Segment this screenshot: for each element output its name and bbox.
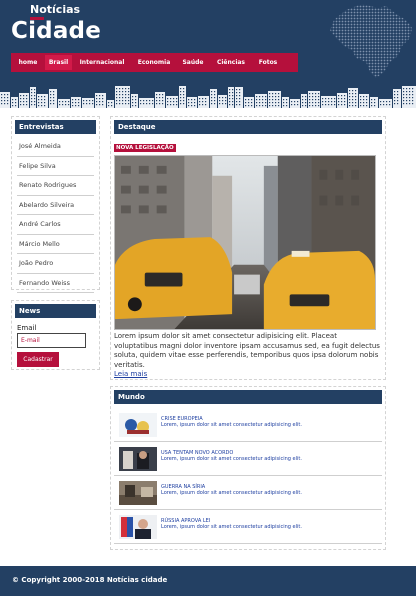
interview-item[interactable]: Renato Rodrigues [17, 176, 94, 196]
interview-item[interactable]: André Carlos [17, 215, 94, 235]
feature-photo[interactable] [114, 155, 376, 330]
subscribe-button[interactable]: Cadastrar [17, 352, 59, 367]
world-panel: Mundo CRISE EUROPEIA Lorem, ipsum dolor … [110, 386, 386, 550]
newsletter-title: News [15, 304, 96, 318]
nav-fotos[interactable]: Fotos [254, 55, 282, 70]
interview-item[interactable]: João Pedro [17, 254, 94, 274]
newsletter-panel: News Email E-mail Cadastrar [11, 300, 100, 370]
world-item[interactable]: CRISE EUROPEIA Lorem, ipsum dolor sit am… [114, 408, 382, 442]
world-thumb-image [119, 480, 157, 505]
world-item-text: Lorem, ipsum dolor sit amet consectetur … [161, 421, 302, 428]
world-item-text: Lorem, ipsum dolor sit amet consectetur … [161, 455, 302, 462]
interview-item[interactable]: Márcio Mello [17, 235, 94, 254]
city-skyline-banner [0, 86, 416, 108]
feature-text: Lorem ipsum dolor sit amet consectetur a… [114, 332, 380, 369]
world-thumb-image [119, 446, 157, 471]
interviews-panel: Entrevistas José Almeida Felipe Silva Re… [11, 116, 100, 293]
category-badge: NOVA LEGISLAÇÃO [114, 144, 176, 152]
interview-item[interactable]: José Almeida [17, 137, 94, 157]
nav-ciencias[interactable]: Ciências [210, 55, 252, 70]
world-item[interactable]: GUERRA NA SÍRIA Lorem, ipsum dolor sit a… [114, 476, 382, 510]
interview-item[interactable]: Felipe Silva [17, 157, 94, 176]
read-more-link[interactable]: Leia mais [114, 370, 382, 378]
site-footer: © Copyright 2000-2018 Notícias cidade [0, 566, 416, 596]
copyright-text: © Copyright 2000-2018 Notícias cidade [12, 576, 168, 584]
main-nav: home Brasil Internacional Economia Saúde… [11, 53, 298, 72]
nav-brasil[interactable]: Brasil [45, 55, 72, 70]
logo-top-text: Notícias [30, 3, 81, 16]
world-item-text: Lorem, ipsum dolor sit amet consectetur … [161, 523, 302, 530]
logo-main-text[interactable]: Cidade [11, 18, 101, 44]
highlight-panel: Destaque NOVA LEGISLAÇÃO Lorem ipsum dol… [110, 116, 386, 380]
email-label: Email [17, 324, 37, 332]
nav-economia[interactable]: Economia [132, 55, 176, 70]
interview-item[interactable]: Abelardo Silveira [17, 196, 94, 215]
world-thumb-image [119, 412, 157, 437]
site-header: Notícias Cidade home Brasil Internaciona… [0, 0, 416, 108]
world-title: Mundo [114, 390, 382, 404]
highlight-title: Destaque [114, 120, 382, 134]
brazil-map-icon [330, 4, 412, 78]
nav-saude[interactable]: Saúde [178, 55, 208, 70]
world-list: CRISE EUROPEIA Lorem, ipsum dolor sit am… [114, 408, 382, 544]
world-item-text: Lorem, ipsum dolor sit amet consectetur … [161, 489, 302, 496]
nav-home[interactable]: home [13, 55, 43, 70]
nav-internacional[interactable]: Internacional [74, 55, 130, 70]
interviews-title: Entrevistas [15, 120, 96, 134]
email-field[interactable]: E-mail [17, 333, 86, 348]
interview-item[interactable]: Fernando Weiss [17, 274, 94, 293]
interviews-list: José Almeida Felipe Silva Renato Rodrigu… [15, 137, 96, 293]
world-item[interactable]: USA TENTAM NOVO ACORDO Lorem, ipsum dolo… [114, 442, 382, 476]
world-item[interactable]: RÚSSIA APROVA LEI Lorem, ipsum dolor sit… [114, 510, 382, 544]
world-thumb-image [119, 514, 157, 539]
